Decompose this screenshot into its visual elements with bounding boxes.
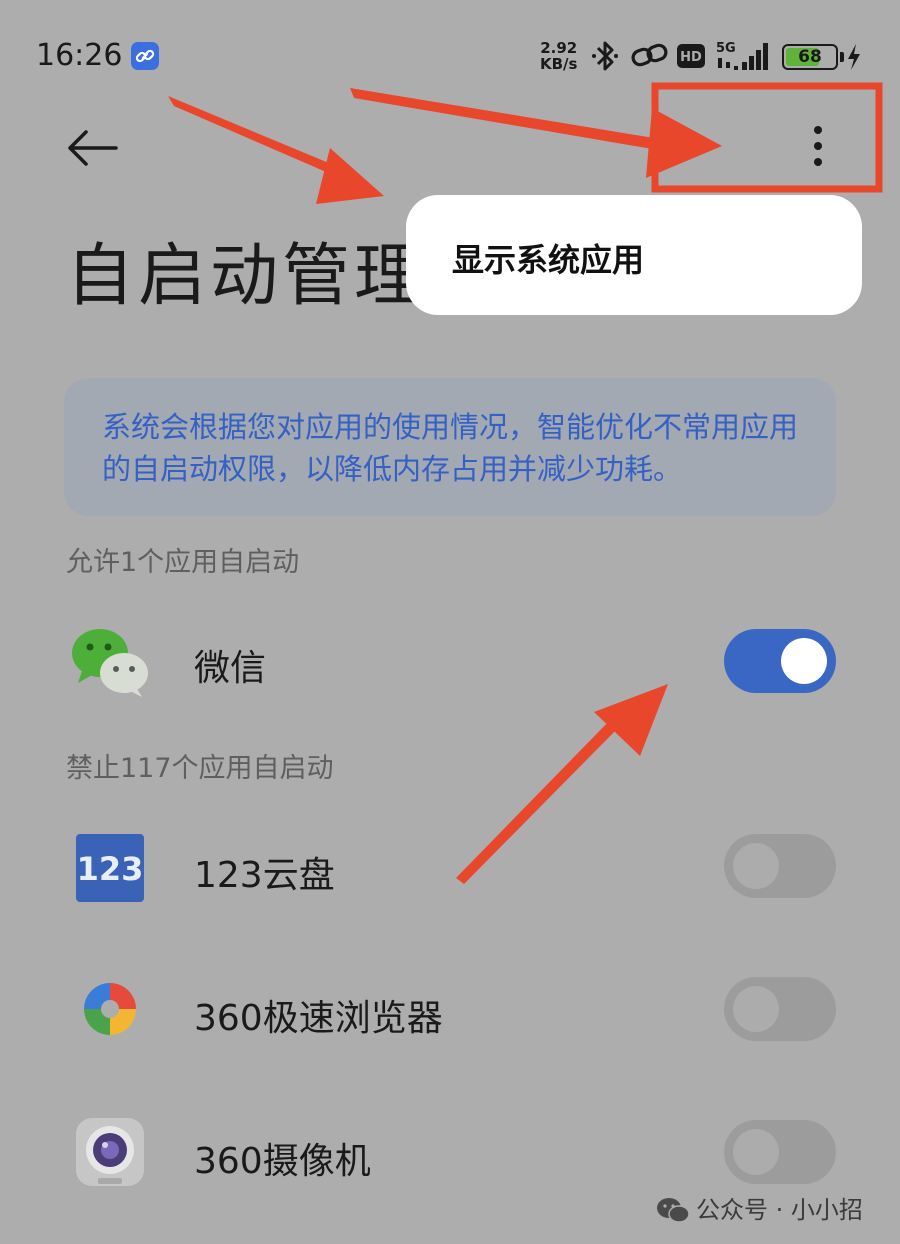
annotation-arrow-3: [456, 684, 668, 884]
annotation-arrow-2: [168, 96, 384, 204]
watermark-text: 公众号 · 小小招: [696, 1196, 863, 1224]
annotation-overlay: [168, 82, 883, 884]
wechat-watermark-icon: [657, 1198, 690, 1223]
annotation-arrow-1: [350, 88, 722, 178]
